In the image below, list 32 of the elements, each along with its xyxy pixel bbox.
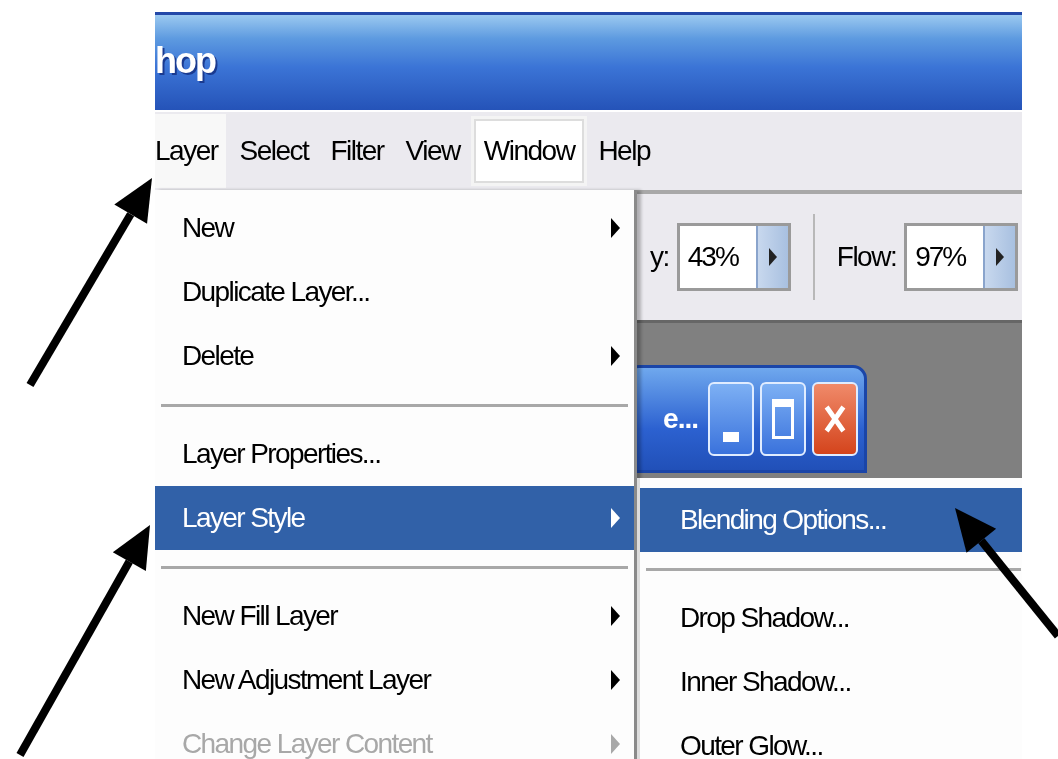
input-field[interactable]: 43% [676, 223, 791, 291]
menu-bar-item[interactable]: Layer [155, 114, 226, 188]
minimize-button[interactable] [708, 382, 754, 456]
menu-item[interactable]: Duplicate Layer... [155, 260, 634, 324]
menu-item[interactable]: Delete [155, 324, 634, 388]
menu-bar-item[interactable]: Filter [322, 121, 392, 181]
arrow-button[interactable] [983, 226, 1016, 288]
field-label: Flow: [836, 241, 897, 273]
menu-item[interactable]: New Adjustment Layer [155, 648, 634, 712]
menu-item[interactable]: Drop Shadow... [640, 586, 1022, 650]
menu-item[interactable]: New Fill Layer [155, 584, 634, 648]
field-value: 97% [915, 241, 966, 273]
menu-bar-item[interactable]: Help [590, 121, 658, 181]
minimize-icon [723, 432, 739, 442]
menu-item[interactable]: New [155, 196, 634, 260]
window-title: hop [155, 39, 215, 83]
close-button[interactable] [812, 382, 858, 456]
arrow-button[interactable] [755, 226, 788, 288]
menu-item[interactable]: Layer Style [155, 486, 634, 550]
maximize-icon [772, 399, 794, 439]
field-label: y: [650, 241, 669, 273]
menu-item[interactable]: Blending Options... [640, 488, 1022, 552]
field-value: 43% [687, 241, 738, 273]
menu-item[interactable]: Outer Glow... [640, 714, 1022, 759]
maximize-button[interactable] [760, 382, 806, 456]
input-field[interactable]: 97% [904, 223, 1019, 291]
menu-bar-item[interactable]: Window [473, 119, 585, 183]
menu-bar-item[interactable]: View [397, 121, 468, 181]
menu-item[interactable]: Inner Shadow... [640, 650, 1022, 714]
menu-bar-item[interactable]: Select [231, 121, 317, 181]
menu-item[interactable]: Layer Properties... [155, 422, 634, 486]
document-title: e... [663, 403, 698, 435]
